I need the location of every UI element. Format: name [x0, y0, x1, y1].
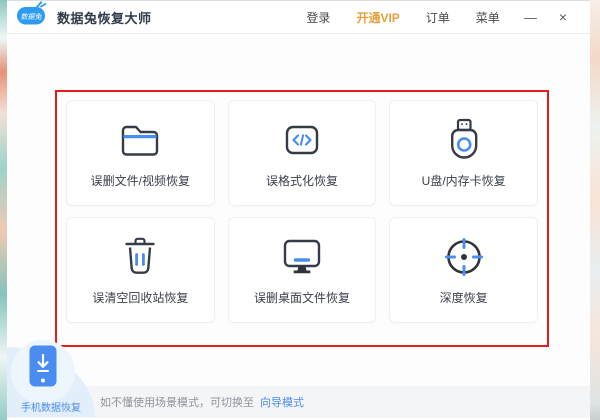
phone-download-icon [28, 344, 58, 388]
folder-icon [117, 117, 163, 163]
close-button[interactable]: × [548, 9, 578, 25]
card-formatted-recovery[interactable]: 误格式化恢复 [228, 100, 377, 206]
phone-module-label: 手机数据恢复 [7, 399, 95, 414]
desktop-background-right [590, 0, 600, 420]
app-logo-icon: 数据兔 [15, 1, 49, 33]
nav-open-vip[interactable]: 开通VIP [343, 9, 412, 26]
highlight-red-rectangle: 误删文件/视频恢复 误格式化恢复 [55, 90, 549, 347]
card-usb-memorycard-recovery[interactable]: U盘/内存卡恢复 [389, 100, 538, 206]
usb-drive-icon [444, 117, 484, 163]
card-label: 误删文件/视频恢复 [91, 172, 190, 189]
screen: 数据兔 数据兔恢复大师 登录 开通VIP 订单 菜单 — × [0, 0, 600, 420]
card-desktop-file-recovery[interactable]: 误删桌面文件恢复 [228, 217, 377, 323]
card-label: 深度恢复 [440, 289, 488, 306]
svg-text:数据兔: 数据兔 [21, 13, 43, 21]
nav-orders[interactable]: 订单 [413, 9, 463, 26]
mode-hint-text: 如不懂使用场景模式，可切换至 [100, 394, 254, 410]
nav-login[interactable]: 登录 [293, 9, 343, 26]
card-deep-recovery[interactable]: 深度恢复 [389, 217, 538, 323]
card-recycle-bin-recovery[interactable]: 误清空回收站恢复 [66, 217, 215, 323]
wizard-mode-link[interactable]: 向导模式 [260, 394, 304, 410]
app-window: 数据兔 数据兔恢复大师 登录 开通VIP 订单 菜单 — × [7, 0, 590, 418]
card-label: 误格式化恢复 [266, 172, 338, 189]
card-label: 误清空回收站恢复 [92, 289, 188, 306]
nav-menu[interactable]: 菜单 [463, 9, 513, 26]
title-bar: 数据兔 数据兔恢复大师 登录 开通VIP 订单 菜单 — × [7, 1, 590, 34]
app-title: 数据兔恢复大师 [57, 8, 152, 27]
card-label: 误删桌面文件恢复 [254, 289, 350, 306]
code-format-icon [280, 117, 324, 163]
card-deleted-file-video-recovery[interactable]: 误删文件/视频恢复 [66, 100, 215, 206]
recycle-bin-icon [120, 234, 160, 280]
phone-data-recovery-button[interactable]: 手机数据恢复 [7, 341, 95, 417]
desktop-background-left [0, 0, 7, 420]
minimize-button[interactable]: — [513, 10, 548, 25]
deep-scan-icon [442, 234, 486, 280]
desktop-monitor-icon [279, 234, 325, 280]
recovery-mode-grid: 误删文件/视频恢复 误格式化恢复 [57, 92, 547, 345]
card-label: U盘/内存卡恢复 [422, 172, 506, 189]
